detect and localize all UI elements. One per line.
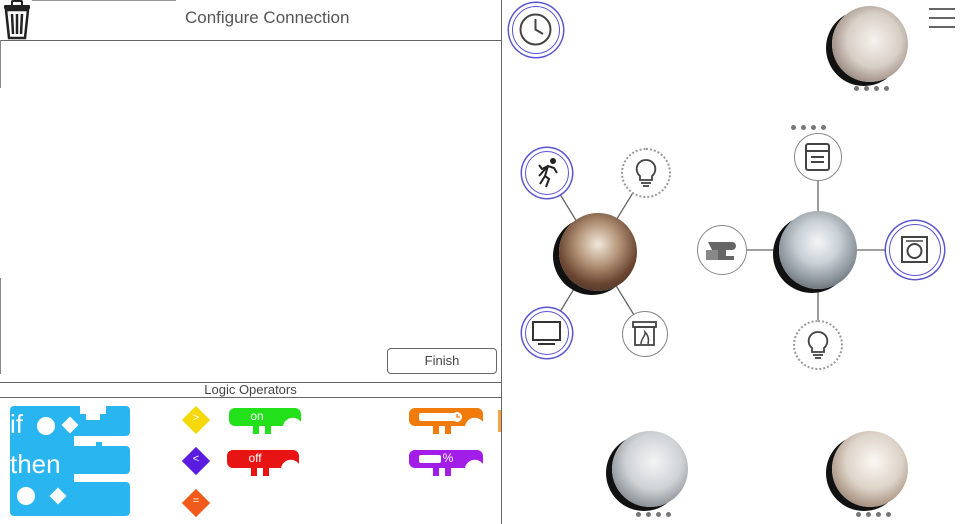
room-status-dots <box>854 86 889 91</box>
room-status-dots <box>856 512 891 517</box>
home-map-panel <box>502 0 960 524</box>
room-bedroom[interactable] <box>832 6 908 82</box>
equals-operator[interactable]: = <box>180 487 212 519</box>
greater-than-label: > <box>192 412 200 424</box>
oven-icon[interactable] <box>794 133 842 181</box>
room-kitchen[interactable] <box>779 211 857 289</box>
finish-button[interactable]: Finish <box>387 348 497 374</box>
on-label: on <box>250 409 264 423</box>
equals-label: = <box>192 495 200 507</box>
trash-icon[interactable] <box>0 0 34 40</box>
operators-divider <box>0 397 501 398</box>
fireplace-icon[interactable] <box>622 311 668 357</box>
on-operator[interactable]: on <box>229 408 301 436</box>
room-living-room[interactable] <box>559 213 637 291</box>
if-then-block[interactable]: if then <box>10 406 130 516</box>
percent-operator[interactable]: % <box>409 450 483 478</box>
less-than-label: < <box>192 453 200 465</box>
light-bulb-icon[interactable] <box>621 148 671 198</box>
page-title: Configure Connection <box>185 8 350 27</box>
room-bathroom[interactable] <box>612 431 688 507</box>
canvas-border <box>0 40 501 41</box>
oven-status-dots <box>791 125 826 130</box>
greater-than-operator[interactable]: > <box>180 404 212 436</box>
room-hallway[interactable] <box>832 431 908 507</box>
running-person-icon[interactable] <box>525 151 569 195</box>
connection-config-panel: Configure Connection Finish Logic Operat… <box>0 0 501 524</box>
clock-icon[interactable] <box>512 6 560 54</box>
light-bulb-icon[interactable] <box>793 320 843 370</box>
tv-icon[interactable] <box>525 311 569 355</box>
canvas-border-left <box>0 40 1 88</box>
operators-title: Logic Operators <box>204 382 297 397</box>
then-label: then <box>10 449 61 479</box>
hamburger-menu-icon[interactable] <box>928 6 956 30</box>
if-label: if <box>10 409 23 439</box>
off-operator[interactable]: off <box>227 450 299 478</box>
room-status-dots <box>636 512 671 517</box>
off-label: off <box>248 451 262 465</box>
title-divider <box>32 0 176 1</box>
dishwasher-icon[interactable] <box>889 224 941 276</box>
mixer-icon[interactable] <box>697 225 747 275</box>
canvas-border-left <box>0 278 1 374</box>
timer-operator[interactable] <box>409 408 483 436</box>
less-than-operator[interactable]: < <box>180 445 212 477</box>
percent-label: % <box>442 451 454 465</box>
